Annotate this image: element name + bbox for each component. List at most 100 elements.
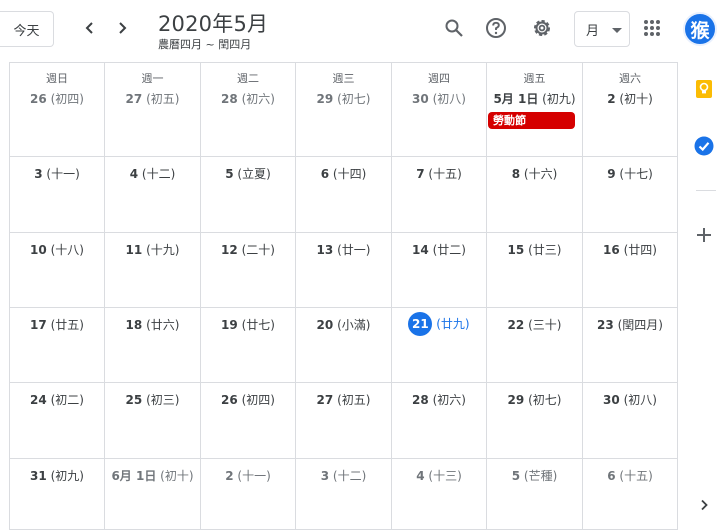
day-cell[interactable]: 23 (閏四月) [583, 308, 678, 383]
day-cell[interactable]: 17 (廿五) [10, 308, 105, 383]
day-date[interactable]: 14 (廿二) [392, 241, 486, 258]
day-cell[interactable]: 3 (十一) [10, 157, 105, 233]
day-cell[interactable]: 19 (廿七) [201, 308, 296, 383]
today-date[interactable]: 21 (廿九) [392, 312, 486, 336]
view-selector[interactable]: 月 [574, 11, 630, 47]
day-cell[interactable]: 8 (十六) [487, 157, 583, 233]
day-cell[interactable]: 週二 28 (初六) [201, 63, 296, 157]
day-cell[interactable]: 3 (十二) [296, 459, 392, 530]
account-avatar[interactable]: 猴 [683, 12, 717, 46]
day-cell[interactable]: 15 (廿三) [487, 233, 583, 308]
day-date[interactable]: 29 (初七) [487, 391, 582, 408]
day-cell[interactable]: 週一 27 (初五) [105, 63, 201, 157]
day-cell[interactable]: 11 (十九) [105, 233, 201, 308]
day-date[interactable]: 26 (初四) [201, 391, 295, 408]
day-date[interactable]: 7 (十五) [392, 165, 486, 182]
day-date[interactable]: 11 (十九) [105, 241, 200, 258]
day-date[interactable]: 25 (初三) [105, 391, 200, 408]
day-date[interactable]: 4 (十三) [392, 467, 486, 484]
day-date[interactable]: 5月 1日 (初九) [487, 90, 582, 107]
day-date[interactable]: 26 (初四) [10, 90, 104, 107]
day-date[interactable]: 5 (立夏) [201, 165, 295, 182]
day-date[interactable]: 27 (初五) [296, 391, 391, 408]
day-cell[interactable]: 6 (十五) [583, 459, 678, 530]
day-cell[interactable]: 20 (小滿) [296, 308, 392, 383]
tasks-button[interactable] [694, 136, 714, 156]
previous-month-button[interactable] [76, 14, 104, 42]
day-cell[interactable]: 14 (廿二) [392, 233, 487, 308]
day-date[interactable]: 29 (初七) [296, 90, 391, 107]
day-date[interactable]: 3 (十一) [10, 165, 104, 182]
day-cell[interactable]: 週四 30 (初八) [392, 63, 487, 157]
day-cell[interactable]: 30 (初八) [583, 383, 678, 459]
day-cell[interactable]: 2 (十一) [201, 459, 296, 530]
day-cell[interactable]: 10 (十八) [10, 233, 105, 308]
day-date[interactable]: 5 (芒種) [487, 467, 582, 484]
day-cell[interactable]: 28 (初六) [392, 383, 487, 459]
day-date[interactable]: 20 (小滿) [296, 316, 391, 333]
day-cell[interactable]: 31 (初九) [10, 459, 105, 530]
day-date[interactable]: 3 (十二) [296, 467, 391, 484]
day-number: 21 [408, 312, 433, 336]
day-date[interactable]: 6 (十四) [296, 165, 391, 182]
day-cell[interactable]: 週五 5月 1日 (初九) 勞動節 [487, 63, 583, 157]
day-date[interactable]: 27 (初五) [105, 90, 200, 107]
search-button[interactable] [440, 14, 468, 42]
day-cell[interactable]: 25 (初三) [105, 383, 201, 459]
day-date[interactable]: 8 (十六) [487, 165, 582, 182]
expand-panel-button[interactable] [694, 495, 714, 515]
day-cell[interactable]: 27 (初五) [296, 383, 392, 459]
day-cell[interactable]: 6月 1日 (初十) [105, 459, 201, 530]
day-date[interactable]: 12 (二十) [201, 241, 295, 258]
day-cell[interactable]: 13 (廿一) [296, 233, 392, 308]
day-date[interactable]: 9 (十七) [583, 165, 677, 182]
day-cell[interactable]: 4 (十三) [392, 459, 487, 530]
day-cell[interactable]: 21 (廿九) [392, 308, 487, 383]
day-date[interactable]: 30 (初八) [392, 90, 486, 107]
day-date[interactable]: 28 (初六) [201, 90, 295, 107]
day-cell[interactable]: 18 (廿六) [105, 308, 201, 383]
day-date[interactable]: 17 (廿五) [10, 316, 104, 333]
day-date[interactable]: 19 (廿七) [201, 316, 295, 333]
day-cell[interactable]: 26 (初四) [201, 383, 296, 459]
next-month-button[interactable] [108, 14, 136, 42]
day-cell[interactable]: 9 (十七) [583, 157, 678, 233]
day-date[interactable]: 30 (初八) [583, 391, 677, 408]
apps-button[interactable] [638, 14, 666, 42]
settings-button[interactable] [528, 14, 556, 42]
day-cell[interactable]: 週三 29 (初七) [296, 63, 392, 157]
day-date[interactable]: 10 (十八) [10, 241, 104, 258]
today-button[interactable]: 今天 [0, 11, 54, 47]
day-date[interactable]: 28 (初六) [392, 391, 486, 408]
day-cell[interactable]: 12 (二十) [201, 233, 296, 308]
day-date[interactable]: 6 (十五) [583, 467, 677, 484]
help-button[interactable] [482, 14, 510, 42]
day-cell[interactable]: 4 (十二) [105, 157, 201, 233]
day-number: 19 [221, 318, 238, 332]
day-cell[interactable]: 6 (十四) [296, 157, 392, 233]
day-date[interactable]: 2 (初十) [583, 90, 677, 107]
day-date[interactable]: 16 (廿四) [583, 241, 677, 258]
day-date[interactable]: 22 (三十) [487, 316, 582, 333]
day-date[interactable]: 31 (初九) [10, 467, 104, 484]
day-date[interactable]: 18 (廿六) [105, 316, 200, 333]
day-cell[interactable]: 7 (十五) [392, 157, 487, 233]
day-date[interactable]: 23 (閏四月) [583, 316, 677, 333]
day-date[interactable]: 13 (廿一) [296, 241, 391, 258]
day-cell[interactable]: 22 (三十) [487, 308, 583, 383]
event-chip[interactable]: 勞動節 [488, 112, 575, 129]
day-date[interactable]: 4 (十二) [105, 165, 200, 182]
keep-button[interactable] [694, 79, 714, 99]
day-date[interactable]: 15 (廿三) [487, 241, 582, 258]
day-date[interactable]: 2 (十一) [201, 467, 295, 484]
day-date[interactable]: 24 (初二) [10, 391, 104, 408]
day-cell[interactable]: 16 (廿四) [583, 233, 678, 308]
day-cell[interactable]: 5 (芒種) [487, 459, 583, 530]
add-addon-button[interactable] [694, 225, 714, 245]
day-cell[interactable]: 5 (立夏) [201, 157, 296, 233]
day-cell[interactable]: 週日 26 (初四) [10, 63, 105, 157]
day-cell[interactable]: 24 (初二) [10, 383, 105, 459]
day-cell[interactable]: 週六 2 (初十) [583, 63, 678, 157]
day-date[interactable]: 6月 1日 (初十) [105, 467, 200, 484]
day-cell[interactable]: 29 (初七) [487, 383, 583, 459]
